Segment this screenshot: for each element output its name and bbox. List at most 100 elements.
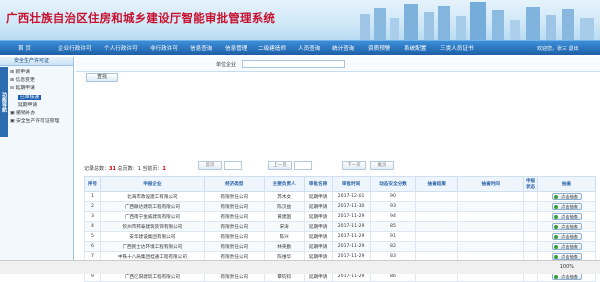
nav-stats[interactable]: 统计查询 [332, 44, 354, 52]
main-nav: 首 页 企业行政许可 个人行政许可 非行政许可 信息查询 信息管理 二级建造师 … [0, 40, 600, 55]
table-cell: 2017-11-29 [331, 221, 371, 232]
check-icon [553, 195, 558, 199]
table-cell: 2 [84, 201, 101, 212]
page-count: 1 [137, 166, 141, 172]
check-icon [553, 235, 558, 239]
table-row: 6 广西民士达环境工程有限公司 有限责任公司 林英勤 延期申请 2017-11-29 82 点… [84, 241, 596, 252]
col-index: 序号 [84, 176, 101, 192]
table-cell [523, 221, 539, 232]
table-cell: 93 [369, 201, 417, 212]
table-cell: 85 [369, 221, 417, 232]
table-cell [523, 201, 539, 212]
table-cell [415, 241, 459, 252]
col-check: 抽查 [537, 176, 596, 192]
table-cell [457, 211, 525, 222]
welcome-text[interactable]: 欢迎您，张三 退出 [537, 45, 579, 52]
tree-item-change[interactable]: ⊞ 信息变更 [10, 77, 59, 85]
col-check-time: 抽查时间 [457, 176, 525, 192]
tree-item-license-manage[interactable]: ▣ 安全生产许可证管理 [10, 118, 59, 126]
table-cell [523, 191, 539, 202]
spot-check-button[interactable]: 点击抽查 [551, 253, 582, 260]
table-cell: 延期申请 [303, 241, 333, 252]
nav-company-permit[interactable]: 企业行政许可 [58, 44, 92, 52]
check-icon [553, 255, 558, 259]
table-cell: 1 [84, 191, 101, 202]
nav-staff-query[interactable]: 人员查询 [298, 44, 320, 52]
table-cell: 82 [369, 241, 417, 252]
table-cell [523, 241, 539, 252]
nav-config[interactable]: 系统配置 [404, 44, 426, 52]
table-cell: 2017-11-29 [331, 231, 371, 242]
table-cell: 陈兴 [263, 231, 305, 242]
search-label: 单位企业 [216, 62, 237, 68]
table-row: 2 广西联达建筑工程有限公司 有限责任公司 陈汉益 延期申请 2017-11-30 93 点击… [84, 201, 596, 212]
spot-check-button[interactable]: 点击抽查 [551, 243, 582, 250]
table-cell [415, 191, 459, 202]
table-cell: 延期申请 [303, 211, 333, 222]
table-cell: 有限责任公司 [203, 231, 265, 242]
table-cell: 宋涛 [263, 221, 305, 232]
table-cell [457, 191, 525, 202]
col-safety-score: 动态安全分数 [369, 176, 417, 192]
col-approval-name: 审批名称 [303, 176, 333, 192]
table-row: 5 安华建设集团有限公司 有限责任公司 陈兴 延期申请 2017-11-29 91 点击抽查 [84, 231, 596, 242]
table-cell: 90 [369, 191, 417, 202]
next-page-button[interactable]: 下一页 [342, 161, 366, 170]
tree-item-new[interactable]: ⊞ 新申请 [10, 69, 59, 77]
table-cell: 广西南宁金威建筑有限公司 [99, 211, 205, 222]
col-status: 申报状态 [523, 176, 539, 192]
main-content: 单位企业 查找 记录总数：31 总页数：1 当前页：1 首页 上一页 下一页 尾… [76, 57, 600, 282]
page-box [294, 161, 312, 170]
spot-check-button[interactable]: 点击抽查 [551, 233, 582, 240]
table-cell [415, 231, 459, 242]
nav-builder[interactable]: 二级建造师 [258, 44, 286, 52]
nav-cert[interactable]: 三类人员证书 [440, 44, 474, 52]
table-cell [523, 231, 539, 242]
table-cell: 点击抽查 [537, 211, 596, 222]
spot-check-button[interactable]: 点击抽查 [551, 203, 582, 210]
spot-check-button[interactable]: 点击抽查 [551, 193, 582, 200]
table-cell: 点击抽查 [537, 221, 596, 232]
table-cell: 安华建设集团有限公司 [99, 231, 205, 242]
col-check-result: 抽查结果 [415, 176, 459, 192]
check-icon [553, 275, 558, 279]
table-cell [457, 231, 525, 242]
search-input[interactable] [242, 60, 345, 68]
table-cell: 延期申请 [303, 231, 333, 242]
query-button[interactable]: 查找 [86, 73, 118, 82]
table-row: 4 钦州市邦泰建筑装饰有限公司 有限责任公司 宋涛 延期申请 2017-11-29 85 点击… [84, 221, 596, 232]
nav-personal-permit[interactable]: 个人行政许可 [104, 44, 138, 52]
nav-non-permit[interactable]: 非行政许可 [150, 44, 178, 52]
table-cell: 94 [369, 211, 417, 222]
table-cell [523, 211, 539, 222]
spot-check-button[interactable]: 点击抽查 [551, 223, 582, 230]
zoom-level[interactable]: 100% [560, 264, 574, 270]
nav-alert[interactable]: 资质预警 [368, 44, 390, 52]
nav-info-query[interactable]: 信息查询 [190, 44, 212, 52]
table-cell: 4 [84, 221, 101, 232]
table-cell: 2017-12-01 [331, 191, 371, 202]
table-cell: 6 [84, 241, 101, 252]
table-cell [457, 241, 525, 252]
spot-check-button[interactable]: 点击抽查 [551, 213, 582, 220]
prev-page-button[interactable]: 上一页 [268, 161, 292, 170]
col-approval-time: 审批时间 [331, 176, 371, 192]
table-cell: 有限责任公司 [203, 241, 265, 252]
check-icon [553, 205, 558, 209]
last-page-button[interactable]: 尾页 [370, 161, 394, 170]
nav-home[interactable]: 首 页 [18, 44, 31, 52]
tree-item-extension[interactable]: ⊟ 延期申请 [10, 85, 59, 93]
first-page-button[interactable]: 首页 [198, 161, 222, 170]
col-company: 申报企业 [99, 176, 205, 192]
skyline-decoration [360, 2, 594, 40]
tree-item-revoke[interactable]: ▣ 撤销补办 [10, 110, 59, 118]
table-cell: 5 [84, 231, 101, 242]
page-box [224, 161, 242, 170]
tree-item-extension-sub[interactable]: 延期申请 [10, 102, 59, 110]
spot-check-button[interactable]: 点击抽查 [551, 273, 582, 280]
table-cell: 点击抽查 [537, 191, 596, 202]
total-count: 31 [109, 166, 116, 172]
nav-info-manage[interactable]: 信息管理 [225, 44, 247, 52]
table-cell [415, 221, 459, 232]
tree-item-approved[interactable]: 已审核通 [10, 94, 59, 102]
